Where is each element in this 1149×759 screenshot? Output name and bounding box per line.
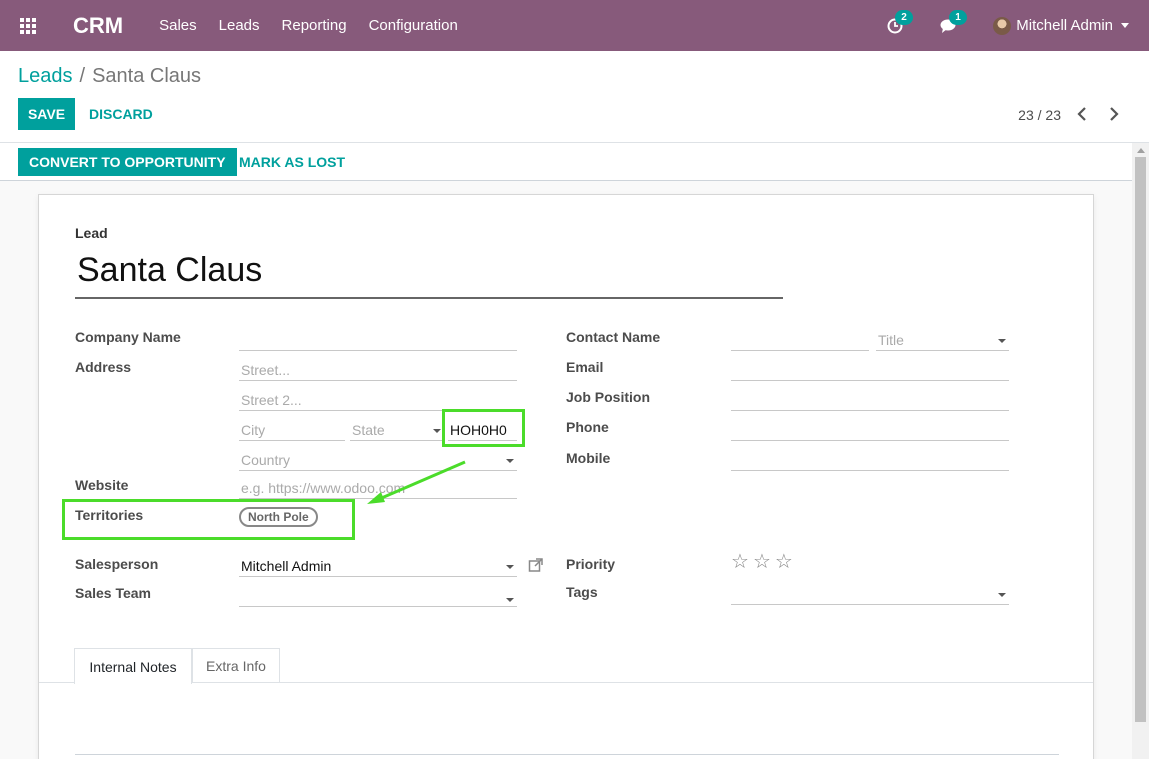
- activities-clock-icon[interactable]: 2: [885, 9, 913, 36]
- mobile-label: Mobile: [566, 450, 611, 466]
- scrollbar-thumb[interactable]: [1135, 157, 1146, 722]
- menu-sales[interactable]: Sales: [159, 17, 197, 34]
- salesperson-value: Mitchell Admin: [241, 558, 332, 574]
- discard-button[interactable]: DISCARD: [89, 98, 153, 130]
- scrollbar[interactable]: [1132, 143, 1149, 759]
- state-placeholder: State: [352, 422, 385, 438]
- job-position-label: Job Position: [566, 389, 650, 405]
- chevron-down-icon: [998, 339, 1006, 343]
- breadcrumb-current: Santa Claus: [92, 65, 202, 87]
- tags-label: Tags: [566, 584, 598, 600]
- form-statusbar: CONVERT TO OPPORTUNITY MARK AS LOST: [0, 143, 1149, 181]
- phone-field[interactable]: [731, 419, 1009, 441]
- street2-input[interactable]: Street 2...: [239, 389, 517, 411]
- activities-badge: 2: [895, 9, 913, 25]
- star-icon[interactable]: ☆: [775, 552, 793, 572]
- save-button[interactable]: SAVE: [18, 98, 75, 130]
- email-label: Email: [566, 359, 604, 375]
- top-navbar: CRM Sales Leads Reporting Configuration …: [0, 0, 1149, 51]
- scroll-up-icon[interactable]: [1137, 148, 1145, 153]
- apps-menu-icon[interactable]: [0, 0, 56, 51]
- star-icon[interactable]: ☆: [753, 552, 771, 572]
- form-sheet: Lead Santa Claus Company Name Address St…: [38, 194, 1094, 759]
- salesperson-label: Salesperson: [75, 556, 159, 572]
- tab-internal-notes[interactable]: Internal Notes: [74, 648, 192, 684]
- app-brand[interactable]: CRM: [73, 13, 123, 39]
- state-select[interactable]: State: [350, 419, 444, 441]
- menu-reporting[interactable]: Reporting: [282, 17, 347, 34]
- breadcrumb-leads-link[interactable]: Leads: [18, 65, 73, 88]
- contact-name-label: Contact Name: [566, 329, 661, 345]
- priority-stars: ☆ ☆ ☆: [731, 552, 797, 572]
- internal-notes-field[interactable]: [75, 754, 1059, 755]
- breadcrumb: Leads / Santa Claus: [18, 65, 201, 88]
- chevron-down-icon: [506, 459, 514, 463]
- lead-name-input[interactable]: Santa Claus: [75, 247, 783, 299]
- phone-label: Phone: [566, 419, 609, 435]
- chevron-down-icon: [506, 565, 514, 569]
- chevron-down-icon: [506, 598, 514, 602]
- address-label: Address: [75, 359, 132, 375]
- breadcrumb-separator: /: [79, 65, 86, 87]
- sales-team-select[interactable]: [239, 585, 517, 607]
- pager-previous-icon[interactable]: [1073, 105, 1093, 123]
- tab-extra-info[interactable]: Extra Info: [192, 648, 280, 683]
- sales-team-label: Sales Team: [75, 585, 152, 601]
- website-label: Website: [75, 477, 129, 493]
- priority-label: Priority: [566, 556, 616, 572]
- user-avatar: [993, 16, 1012, 35]
- title-select[interactable]: Title: [876, 329, 1009, 351]
- company-name-field[interactable]: [239, 329, 517, 351]
- chevron-down-icon: [433, 429, 441, 433]
- mobile-field[interactable]: [731, 449, 1009, 471]
- control-panel: Leads / Santa Claus SAVE DISCARD 23 / 23: [0, 51, 1149, 143]
- tags-select[interactable]: [731, 583, 1009, 605]
- external-link-icon[interactable]: [528, 557, 544, 573]
- mark-as-lost-button[interactable]: MARK AS LOST: [239, 148, 345, 176]
- zip-highlight-box: [442, 409, 525, 447]
- title-placeholder: Title: [878, 332, 904, 348]
- country-placeholder: Country: [241, 452, 291, 468]
- convert-to-opportunity-button[interactable]: CONVERT TO OPPORTUNITY: [18, 148, 237, 176]
- email-field[interactable]: [731, 359, 1009, 381]
- salesperson-select[interactable]: Mitchell Admin: [239, 555, 517, 577]
- star-icon[interactable]: ☆: [731, 552, 749, 572]
- job-position-field[interactable]: [731, 389, 1009, 411]
- pager-value[interactable]: 23 / 23: [1018, 107, 1061, 123]
- messages-chat-icon[interactable]: 1: [939, 9, 967, 36]
- menu-configuration[interactable]: Configuration: [369, 17, 458, 34]
- chevron-down-icon: [998, 593, 1006, 597]
- menu-leads[interactable]: Leads: [219, 17, 260, 34]
- lead-label: Lead: [75, 225, 108, 241]
- pager-next-icon[interactable]: [1103, 105, 1123, 123]
- chevron-down-icon: [1121, 23, 1129, 28]
- company-name-label: Company Name: [75, 329, 181, 345]
- messages-badge: 1: [949, 9, 967, 25]
- user-name: Mitchell Admin: [1016, 17, 1113, 34]
- territories-highlight-box: [62, 499, 355, 540]
- user-menu[interactable]: Mitchell Admin: [993, 16, 1129, 35]
- annotation-arrow-icon: [367, 460, 466, 504]
- contact-name-field[interactable]: [731, 329, 869, 351]
- city-input[interactable]: City: [239, 419, 345, 441]
- street-input[interactable]: Street...: [239, 359, 517, 381]
